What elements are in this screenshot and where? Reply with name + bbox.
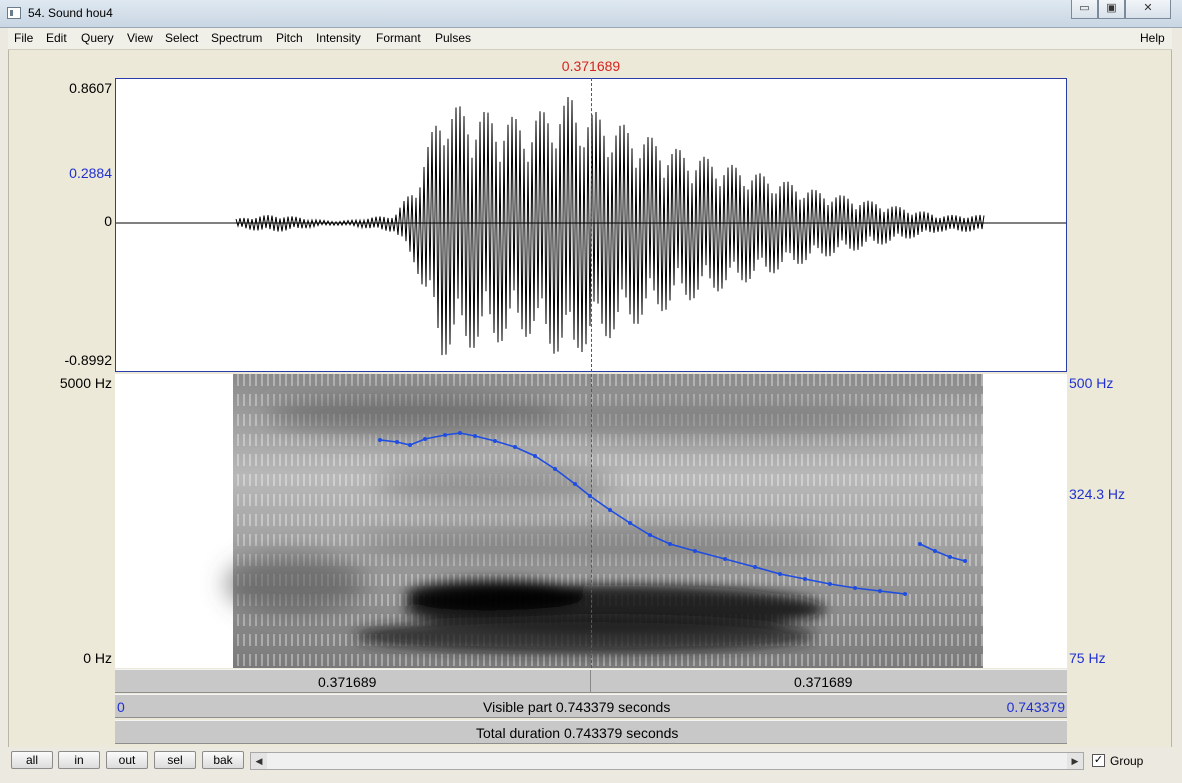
menu-query[interactable]: Query — [81, 31, 114, 45]
app-window-icon — [7, 7, 21, 19]
pitch-point — [963, 559, 967, 563]
scroll-left-arrow-icon[interactable]: ◀ — [251, 753, 267, 769]
visible-end-time: 0.743379 — [1006, 699, 1065, 715]
visible-part-label: Visible part 0.743379 seconds — [483, 699, 671, 715]
pitch-point — [573, 482, 577, 486]
pitch-point — [608, 508, 612, 512]
menu-bar: File Edit Query View Select Spectrum Pit… — [8, 28, 1172, 50]
group-label: Group — [1110, 754, 1144, 768]
right-segment-duration: 0.371689 — [794, 674, 853, 690]
left-segment-duration: 0.371689 — [318, 674, 377, 690]
menu-help[interactable]: Help — [1140, 31, 1165, 45]
pitch-point — [443, 433, 447, 437]
pitch-point — [458, 431, 462, 435]
cursor-line — [591, 78, 592, 668]
menu-edit[interactable]: Edit — [46, 31, 67, 45]
menu-spectrum[interactable]: Spectrum — [211, 31, 262, 45]
pitch-point — [933, 549, 937, 553]
pitch-point — [423, 437, 427, 441]
spec-freq-bottom: 0 Hz — [83, 650, 112, 666]
segment-divider — [590, 670, 591, 692]
waveform-trace — [235, 96, 985, 356]
pitch-point — [693, 549, 697, 553]
pitch-point — [408, 443, 412, 447]
zoom-out-button[interactable]: out — [106, 751, 148, 769]
pitch-point — [378, 438, 382, 442]
pitch-axis-mid: 324.3 Hz — [1069, 486, 1126, 502]
minimize-button[interactable]: ▭ — [1071, 0, 1098, 19]
wave-y-max: 0.8607 — [69, 80, 112, 96]
zoom-in-button[interactable]: in — [58, 751, 100, 769]
pitch-point — [903, 592, 907, 596]
menu-formant[interactable]: Formant — [376, 31, 421, 45]
close-button[interactable]: ✕ — [1125, 0, 1171, 19]
menu-intensity[interactable]: Intensity — [316, 31, 361, 45]
time-scrollbar[interactable]: ◀ ▶ — [250, 752, 1084, 770]
menu-pitch[interactable]: Pitch — [276, 31, 303, 45]
praat-sound-window: 54. Sound hou4 ▭ ▣ ✕ File Edit Query Vie… — [0, 0, 1182, 783]
pitch-point — [803, 577, 807, 581]
pitch-point — [513, 445, 517, 449]
pitch-point — [828, 582, 832, 586]
pitch-point — [395, 440, 399, 444]
zoom-all-button[interactable]: all — [11, 751, 53, 769]
menu-view[interactable]: View — [127, 31, 153, 45]
pitch-point — [918, 542, 922, 546]
pitch-point — [753, 565, 757, 569]
window-title: 54. Sound hou4 — [28, 6, 113, 20]
group-checkbox[interactable]: ✓ — [1092, 754, 1105, 767]
pitch-point — [853, 586, 857, 590]
pitch-point — [948, 555, 952, 559]
pitch-point — [533, 454, 537, 458]
wave-y-zero: 0 — [104, 213, 112, 229]
total-duration-bar[interactable]: Total duration 0.743379 seconds — [115, 720, 1067, 744]
zoom-sel-button[interactable]: sel — [154, 751, 196, 769]
pitch-axis-bottom: 75 Hz — [1069, 650, 1106, 666]
bottom-toolbar: all in out sel bak ◀ ▶ ✓ Group — [0, 747, 1182, 783]
menu-pulses[interactable]: Pulses — [435, 31, 471, 45]
menu-select[interactable]: Select — [165, 31, 198, 45]
pitch-point — [778, 572, 782, 576]
total-duration-label: Total duration 0.743379 seconds — [476, 725, 679, 741]
pitch-point — [878, 589, 882, 593]
pitch-point — [668, 542, 672, 546]
spec-freq-top: 5000 Hz — [59, 375, 112, 391]
wave-y-cursor: 0.2884 — [69, 165, 112, 181]
pitch-point — [648, 533, 652, 537]
pitch-axis-top: 500 Hz — [1069, 375, 1114, 391]
title-bar[interactable]: 54. Sound hou4 ▭ ▣ ✕ — [0, 0, 1182, 28]
zoom-back-button[interactable]: bak — [202, 751, 244, 769]
menu-file[interactable]: File — [14, 31, 33, 45]
maximize-button[interactable]: ▣ — [1098, 0, 1125, 19]
wave-y-min: -0.8992 — [64, 352, 112, 368]
low-frequency-energy — [355, 580, 825, 654]
pitch-point — [473, 434, 477, 438]
selection-bar[interactable]: 0.371689 0.371689 — [115, 669, 1067, 693]
cursor-time-label: 0.371689 — [561, 58, 621, 74]
visible-start-time: 0 — [117, 699, 125, 715]
visible-part-bar[interactable]: 0 Visible part 0.743379 seconds 0.743379 — [115, 694, 1067, 718]
pitch-point — [723, 557, 727, 561]
pitch-point — [628, 521, 632, 525]
scroll-right-arrow-icon[interactable]: ▶ — [1067, 753, 1083, 769]
pitch-point — [553, 467, 557, 471]
pitch-point — [493, 439, 497, 443]
